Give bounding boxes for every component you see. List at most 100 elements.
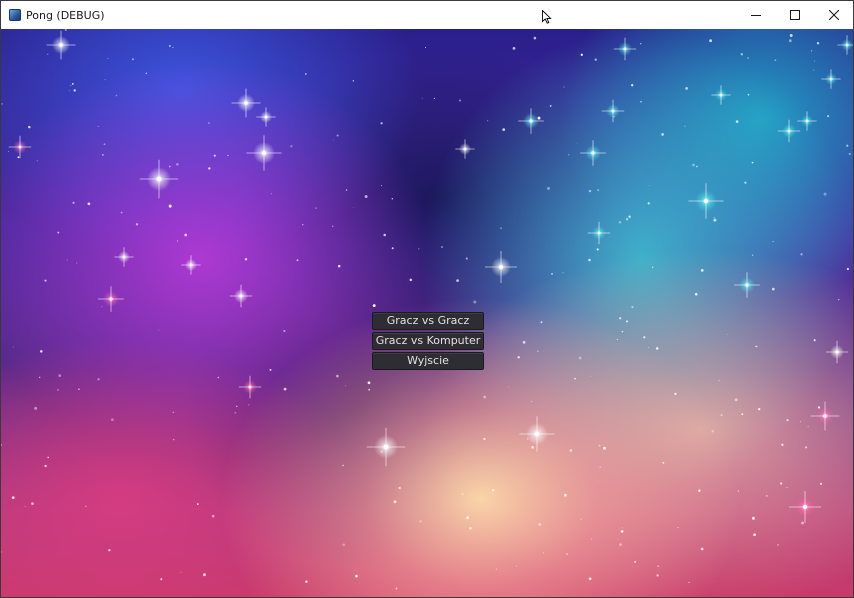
exit-button[interactable]: Wyjscie [372,352,484,370]
star [547,186,550,190]
star [817,406,821,409]
star [628,215,631,218]
star-core [829,77,833,81]
star [1,444,3,446]
star [735,120,739,123]
star [24,505,26,508]
star [58,374,62,377]
star [57,231,60,234]
star [562,272,564,274]
star-core [248,385,252,389]
star [283,329,286,333]
star [649,184,650,186]
star [766,495,768,497]
star [563,86,565,88]
star-core [261,150,267,156]
star [838,299,840,301]
star [380,185,382,187]
close-button[interactable] [814,1,853,29]
main-menu: Gracz vs Gracz Gracz vs Komputer Wyjscie [372,312,484,372]
star-core [611,109,615,113]
star [184,233,188,237]
star [270,193,272,195]
star-core [719,93,723,97]
title-bar[interactable]: Pong (DEBUG) [1,1,853,29]
star [848,152,851,156]
star-core [805,119,809,123]
star [677,526,679,529]
star [342,543,346,547]
star [517,356,520,359]
star [599,466,601,469]
star [465,257,468,260]
star [741,413,744,416]
star [12,346,14,348]
star [336,134,339,137]
star [536,350,539,353]
star [305,580,308,583]
star [580,53,583,56]
star [368,388,371,391]
star [78,388,80,391]
close-icon [828,10,839,20]
star [662,462,665,464]
star [620,530,624,533]
star [8,151,10,152]
star [120,211,123,214]
star-core [383,444,389,450]
star [211,514,215,518]
star-core [59,43,63,47]
star [115,94,118,97]
star [692,163,695,167]
star [393,500,397,504]
star [456,279,459,282]
star [786,487,788,489]
maximize-button[interactable] [775,1,814,29]
star [107,58,109,59]
mouse-cursor-icon [542,10,552,24]
star [244,257,248,261]
player-vs-player-button[interactable]: Gracz vs Gracz [372,312,484,330]
star [352,80,354,82]
star [68,90,70,91]
star [44,464,47,468]
star [588,577,592,581]
star [758,408,761,411]
star-core [823,414,827,418]
star [70,85,72,87]
star [597,189,600,191]
star [172,438,175,441]
minimize-button[interactable] [736,1,775,29]
star-core [703,198,709,204]
star [1,103,3,105]
star [492,489,495,492]
star [656,574,659,577]
star [168,165,171,168]
star [44,279,47,282]
star [508,386,510,388]
star [522,340,526,344]
star [781,443,784,446]
star [72,201,75,204]
star [296,259,299,262]
player-vs-computer-button[interactable]: Gracz vs Komputer [372,332,484,350]
star [747,57,749,59]
star [208,122,210,124]
star [772,240,775,243]
star [631,305,634,309]
star [813,339,816,342]
star [433,97,436,100]
star [634,560,637,563]
star [469,526,472,530]
window-controls [736,1,853,29]
star-core [264,115,268,119]
star-core [156,176,162,182]
star [101,306,103,308]
star-core [835,350,839,354]
star [647,202,650,205]
star [549,104,552,107]
star-core [803,505,807,509]
star [208,167,211,170]
star [711,429,715,433]
star [576,142,578,144]
